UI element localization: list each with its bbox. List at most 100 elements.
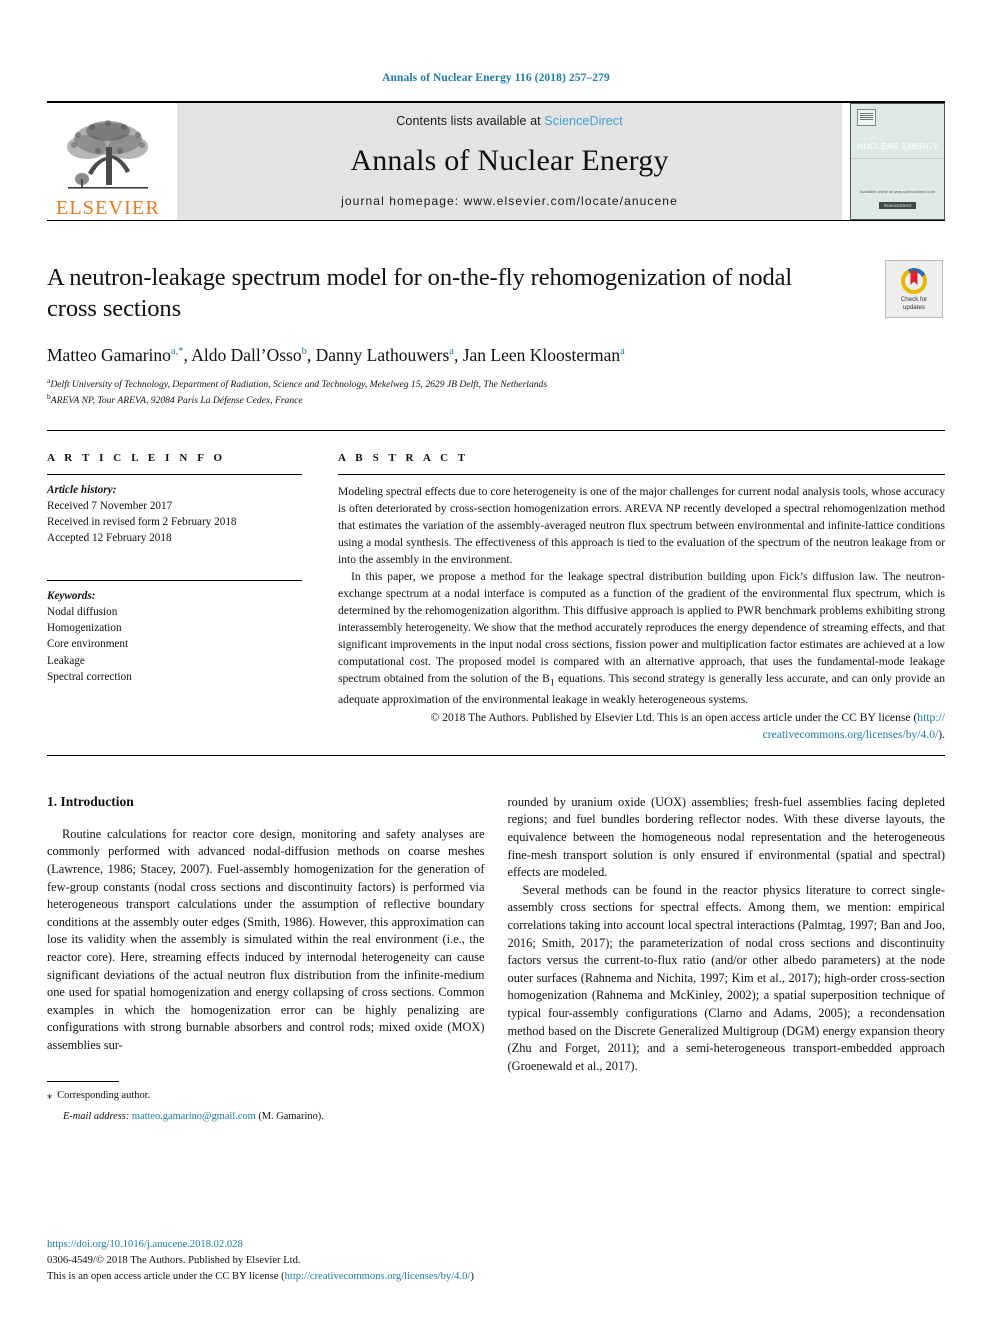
abstract-bottom-rule xyxy=(47,754,945,756)
abstract-p2-a: In this paper, we propose a method for t… xyxy=(338,569,945,686)
footnote-corresponding-author: ⁎ Corresponding author. xyxy=(47,1088,485,1104)
keyword-item: Spectral correction xyxy=(47,670,132,683)
crossmark-line1: Check for xyxy=(900,296,928,304)
info-abstract-row: A R T I C L E I N F O Article history: R… xyxy=(47,452,945,743)
contents-lists-line: Contents lists available at ScienceDirec… xyxy=(396,114,622,128)
masthead-bottom-rule xyxy=(47,220,945,221)
abstract-paragraph-1: Modeling spectral effects due to core he… xyxy=(338,484,945,566)
keywords-block: Keywords: Nodal diffusion Homogenization… xyxy=(47,579,302,685)
journal-cover-thumbnail[interactable]: Annals of NUCLEAR ENERGY Available onlin… xyxy=(850,103,945,220)
affiliation-item: bAREVA NP, Tour AREVA, 92084 Paris La Dé… xyxy=(47,392,945,408)
keyword-item: Core environment xyxy=(47,638,129,651)
body-column-left: 1. Introduction Routine calculations for… xyxy=(47,794,485,1125)
body-columns: 1. Introduction Routine calculations for… xyxy=(47,794,945,1125)
author-list: Matteo Gamarinoa,*, Aldo Dall’Ossob, Dan… xyxy=(47,344,625,365)
elsevier-wordmark: ELSEVIER xyxy=(55,197,161,219)
keywords-rule xyxy=(47,579,302,581)
author-name: Matteo Gamarino xyxy=(47,344,171,365)
author[interactable]: Jan Leen Kloostermana xyxy=(463,345,625,365)
running-head: Annals of Nuclear Energy 116 (2018) 257–… xyxy=(382,72,610,84)
cover-title-big: NUCLEAR ENERGY xyxy=(857,141,939,152)
crossmark-badge[interactable]: Check for updates xyxy=(885,260,943,318)
article-info-heading: A R T I C L E I N F O xyxy=(47,451,226,464)
keywords-label: Keywords: xyxy=(47,589,96,602)
elsevier-tree-icon xyxy=(67,120,148,189)
section-heading-introduction: 1. Introduction xyxy=(47,793,134,809)
license-post: ) xyxy=(470,1271,474,1283)
article-history: Article history: Received 7 November 201… xyxy=(47,482,302,547)
author[interactable]: Aldo Dall’Ossob xyxy=(191,345,307,365)
author[interactable]: Matteo Gamarinoa,* xyxy=(47,345,183,365)
keyword-item: Homogenization xyxy=(47,622,122,635)
sciencedirect-link[interactable]: ScienceDirect xyxy=(544,114,622,128)
masthead-center: Contents lists available at ScienceDirec… xyxy=(177,103,842,220)
article-info-rule xyxy=(47,473,302,475)
journal-article-page: Annals of Nuclear Energy 116 (2018) 257–… xyxy=(0,0,992,1323)
cover-title: Annals of NUCLEAR ENERGY xyxy=(857,135,944,151)
author-name: Aldo Dall’Osso xyxy=(191,344,302,365)
author-affil-mark: a xyxy=(449,345,454,357)
cc-license-link-part2[interactable]: creativecommons.org/licenses/by/4.0/ xyxy=(763,728,939,741)
contents-prefix: Contents lists available at xyxy=(396,114,545,128)
body-column-right: rounded by uranium oxide (UOX) assemblie… xyxy=(508,794,946,1125)
footnote-star-icon: ⁎ xyxy=(47,1089,53,1101)
journal-homepage-link[interactable]: journal homepage: www.elsevier.com/locat… xyxy=(341,194,678,208)
footnote-block: ⁎ Corresponding author. E-mail address: m… xyxy=(47,1080,485,1125)
info-section-top-rule xyxy=(47,429,945,431)
license-line: This is an open access article under the… xyxy=(47,1269,607,1285)
cover-divider xyxy=(851,158,944,160)
abstract-copyright: © 2018 The Authors. Published by Elsevie… xyxy=(338,709,945,743)
author-name: Danny Lathouwers xyxy=(315,344,450,365)
abstract-paragraph-2: In this paper, we propose a method for t… xyxy=(338,568,945,708)
keyword-item: Leakage xyxy=(47,654,85,667)
author-affil-mark: a,* xyxy=(170,345,184,357)
crossmark-line2: updates xyxy=(902,304,925,311)
intro-paragraph-left: Routine calculations for reactor core de… xyxy=(47,826,485,1053)
affiliations: aDelft University of Technology, Departm… xyxy=(47,376,945,408)
footnote-email: E-mail address: matteo.gamarino@gmail.co… xyxy=(47,1109,485,1125)
article-info-column: A R T I C L E I N F O Article history: R… xyxy=(47,452,322,743)
email-label: E-mail address: xyxy=(63,1111,130,1123)
abstract-rule xyxy=(338,473,945,475)
journal-masthead: ELSEVIER Contents lists available at Sci… xyxy=(47,103,945,220)
license-link[interactable]: http://creativecommons.org/licenses/by/4… xyxy=(285,1271,471,1282)
crossmark-icon xyxy=(901,268,927,295)
intro-paragraph-right-2: Several methods can be found in the reac… xyxy=(507,882,946,1073)
cover-sciencedirect-badge: ScienceDirect xyxy=(878,202,917,209)
page-footer: https://doi.org/10.1016/j.anucene.2018.0… xyxy=(47,1237,607,1285)
cc-license-link-part1[interactable]: http:// xyxy=(917,711,945,724)
affiliation-text: AREVA NP, Tour AREVA, 92084 Paris La Déf… xyxy=(50,394,303,406)
author[interactable]: Danny Lathouwersa xyxy=(316,345,454,365)
author-affil-mark: a xyxy=(620,345,625,357)
history-item: Accepted 12 February 2018 xyxy=(47,532,172,545)
elsevier-logo: ELSEVIER xyxy=(47,103,169,220)
journal-title: Annals of Nuclear Energy xyxy=(350,144,669,177)
affiliation-item: aDelft University of Technology, Departm… xyxy=(47,376,945,392)
email-link[interactable]: matteo.gamarino@gmail.com xyxy=(132,1111,256,1122)
keyword-item: Nodal diffusion xyxy=(47,605,118,618)
doi-link[interactable]: https://doi.org/10.1016/j.anucene.2018.0… xyxy=(47,1237,607,1253)
license-pre: This is an open access article under the… xyxy=(47,1271,285,1283)
cover-bottom: Available online at www.sciencedirect.co… xyxy=(851,189,944,219)
history-item: Received 7 November 2017 xyxy=(47,500,173,513)
article-history-label: Article history: xyxy=(47,483,117,496)
footnote-corresponding-text: Corresponding author. xyxy=(57,1089,151,1101)
issn-copyright-line: 0306-4549/© 2018 The Authors. Published … xyxy=(47,1255,301,1267)
abstract-heading: A B S T R A C T xyxy=(338,451,469,464)
abstract-column: A B S T R A C T Modeling spectral effect… xyxy=(322,452,945,743)
email-suffix: (M. Gamarino). xyxy=(258,1111,324,1123)
crossmark-text: Check for updates xyxy=(901,296,927,312)
author-affil-mark: b xyxy=(301,345,307,357)
intro-paragraph-right-1: rounded by uranium oxide (UOX) assemblie… xyxy=(507,794,946,880)
affiliation-text: Delft University of Technology, Departme… xyxy=(50,378,548,390)
title-block: A neutron-leakage spectrum model for on-… xyxy=(47,260,945,408)
keywords-list: Keywords: Nodal diffusion Homogenization… xyxy=(47,588,302,685)
copyright-text: © 2018 The Authors. Published by Elsevie… xyxy=(430,710,918,724)
author-name: Jan Leen Kloosterman xyxy=(462,344,621,365)
copyright-end: ). xyxy=(938,727,945,741)
history-item: Received in revised form 2 February 2018 xyxy=(47,516,237,529)
cover-mini-image-icon xyxy=(857,109,876,126)
cover-availability-line: Available online at www.sciencedirect.co… xyxy=(859,189,936,194)
abstract-body: Modeling spectral effects due to core he… xyxy=(338,483,945,743)
page-title: A neutron-leakage spectrum model for on-… xyxy=(47,264,793,322)
